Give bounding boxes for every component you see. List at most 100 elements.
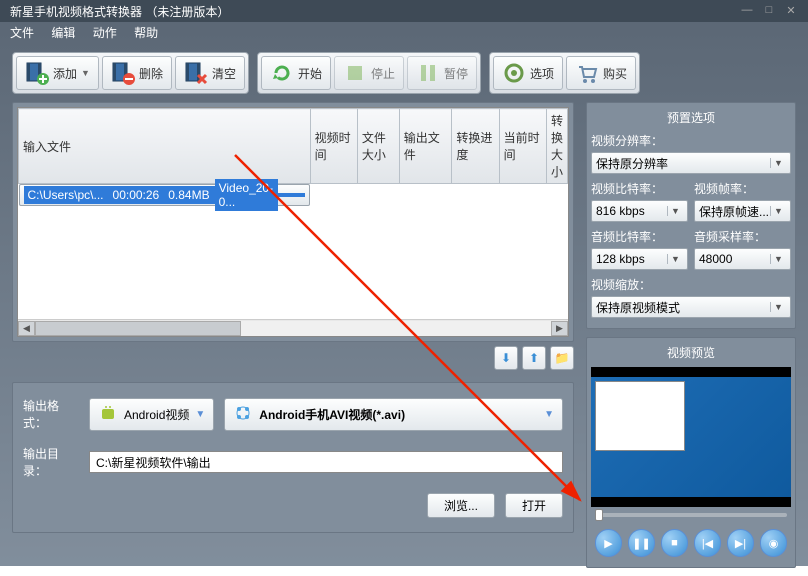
scroll-left-icon[interactable]: ◀ xyxy=(18,321,35,336)
col-curtime[interactable]: 当前时间 xyxy=(499,109,546,184)
resolution-label: 视频分辨率： xyxy=(591,132,791,149)
format-value-button[interactable]: Android手机AVI视频(*.avi) ▼ xyxy=(224,398,563,431)
snapshot-button[interactable]: ◉ xyxy=(760,529,787,557)
output-dir-input[interactable] xyxy=(89,451,563,473)
vbitrate-label: 视频比特率： xyxy=(591,180,688,197)
film-delete-icon xyxy=(111,61,135,85)
seek-knob[interactable] xyxy=(595,509,603,521)
col-input[interactable]: 输入文件 xyxy=(19,109,311,184)
chevron-down-icon: ▼ xyxy=(667,206,683,216)
start-button[interactable]: 开始 xyxy=(261,56,331,90)
col-csize[interactable]: 转换大小 xyxy=(546,109,567,184)
stop-preview-button[interactable]: ■ xyxy=(661,529,688,557)
cell-curtime xyxy=(287,193,296,197)
browse-button[interactable]: 浏览... xyxy=(427,493,495,518)
clear-label: 清空 xyxy=(212,65,236,82)
play-icon: ▶ xyxy=(604,537,612,550)
chevron-down-icon: ▼ xyxy=(544,409,554,420)
samplerate-label: 音频采样率： xyxy=(694,228,791,245)
table-row[interactable]: C:\Users\pc\... 00:00:26 0.84MB Video_20… xyxy=(19,184,311,206)
arrow-down-icon: ⬇ xyxy=(501,351,511,365)
cell-progress xyxy=(278,193,287,197)
cell-vtime: 00:00:26 xyxy=(109,186,165,204)
menu-bar: 文件 编辑 动作 帮助 xyxy=(0,22,808,44)
file-table[interactable]: 输入文件 视频时间 文件大小 输出文件 转换进度 当前时间 转换大小 C:\Us… xyxy=(17,107,569,337)
next-button[interactable]: ▶| xyxy=(727,529,754,557)
output-dir-label: 输出目录： xyxy=(23,445,79,479)
menu-action[interactable]: 动作 xyxy=(93,26,117,40)
col-progress[interactable]: 转换进度 xyxy=(452,109,499,184)
pause-preview-button[interactable]: ❚❚ xyxy=(628,529,655,557)
col-output[interactable]: 输出文件 xyxy=(399,109,452,184)
close-button[interactable]: ✕ xyxy=(784,4,798,18)
cell-csize xyxy=(296,193,305,197)
camera-icon: ◉ xyxy=(769,537,779,550)
stop-icon xyxy=(343,61,367,85)
cell-output: Video_20-0... xyxy=(215,179,279,211)
menu-file[interactable]: 文件 xyxy=(10,26,34,40)
buy-button[interactable]: 购买 xyxy=(566,56,636,90)
scale-label: 视频缩放： xyxy=(591,276,791,293)
scroll-right-icon[interactable]: ▶ xyxy=(551,321,568,336)
chevron-down-icon: ▼ xyxy=(195,409,205,420)
seek-slider[interactable] xyxy=(591,507,791,523)
play-button[interactable]: ▶ xyxy=(595,529,622,557)
samplerate-select[interactable]: 48000▼ xyxy=(694,248,791,270)
chevron-down-icon: ▼ xyxy=(770,206,786,216)
abitrate-select[interactable]: 128 kbps▼ xyxy=(591,248,688,270)
next-icon: ▶| xyxy=(735,537,746,550)
dropdown-icon: ▼ xyxy=(81,68,90,78)
cell-size: 0.84MB xyxy=(164,186,214,204)
move-up-button[interactable]: ⬆ xyxy=(522,346,546,370)
col-vtime[interactable]: 视频时间 xyxy=(310,109,357,184)
col-size[interactable]: 文件大小 xyxy=(357,109,399,184)
film-add-icon xyxy=(25,61,49,85)
resolution-select[interactable]: 保持原分辨率▼ xyxy=(591,152,791,174)
stop-button[interactable]: 停止 xyxy=(334,56,404,90)
scroll-thumb[interactable] xyxy=(35,321,241,336)
add-button[interactable]: 添加▼ xyxy=(16,56,99,90)
fps-select[interactable]: 保持原帧速...▼ xyxy=(694,200,791,222)
vbitrate-select[interactable]: 816 kbps▼ xyxy=(591,200,688,222)
output-format-label: 输出格式： xyxy=(23,397,79,431)
scale-select[interactable]: 保持原视频模式▼ xyxy=(591,296,791,318)
gear-icon xyxy=(502,61,526,85)
start-label: 开始 xyxy=(298,65,322,82)
open-button[interactable]: 打开 xyxy=(505,493,563,518)
pause-icon: ❚❚ xyxy=(632,537,650,550)
format-category-button[interactable]: Android视频 ▼ xyxy=(89,398,214,431)
stop-icon: ■ xyxy=(671,537,678,549)
abitrate-label: 音频比特率： xyxy=(591,228,688,245)
toolbar: 添加▼ 删除 清空 开始 停止 暂停 xyxy=(0,44,808,102)
arrow-up-icon: ⬆ xyxy=(529,351,539,365)
cell-input: C:\Users\pc\... xyxy=(24,186,109,204)
delete-label: 删除 xyxy=(139,65,163,82)
video-preview xyxy=(591,367,791,507)
android-icon xyxy=(98,403,118,426)
fps-label: 视频帧率： xyxy=(694,180,791,197)
menu-edit[interactable]: 编辑 xyxy=(51,26,75,40)
stop-label: 停止 xyxy=(371,65,395,82)
chevron-down-icon: ▼ xyxy=(770,302,786,312)
pause-button[interactable]: 暂停 xyxy=(407,56,477,90)
horizontal-scrollbar[interactable]: ◀ ▶ xyxy=(18,319,568,336)
format-icon xyxy=(233,403,253,426)
folder-button[interactable]: 📁 xyxy=(550,346,574,370)
options-button[interactable]: 选项 xyxy=(493,56,563,90)
format-value-text: Android手机AVI视频(*.avi) xyxy=(259,406,405,423)
title-bar: 新星手机视频格式转换器 （未注册版本） — □ ✕ xyxy=(0,0,808,22)
preview-title: 视频预览 xyxy=(591,342,791,367)
pause-icon xyxy=(416,61,440,85)
film-clear-icon xyxy=(184,61,208,85)
options-label: 选项 xyxy=(530,65,554,82)
minimize-button[interactable]: — xyxy=(740,4,754,18)
prev-button[interactable]: |◀ xyxy=(694,529,721,557)
maximize-button[interactable]: □ xyxy=(762,4,776,18)
clear-button[interactable]: 清空 xyxy=(175,56,245,90)
prev-icon: |◀ xyxy=(702,537,713,550)
menu-help[interactable]: 帮助 xyxy=(134,26,158,40)
chevron-down-icon: ▼ xyxy=(770,158,786,168)
chevron-down-icon: ▼ xyxy=(667,254,683,264)
delete-button[interactable]: 删除 xyxy=(102,56,172,90)
move-down-button[interactable]: ⬇ xyxy=(494,346,518,370)
